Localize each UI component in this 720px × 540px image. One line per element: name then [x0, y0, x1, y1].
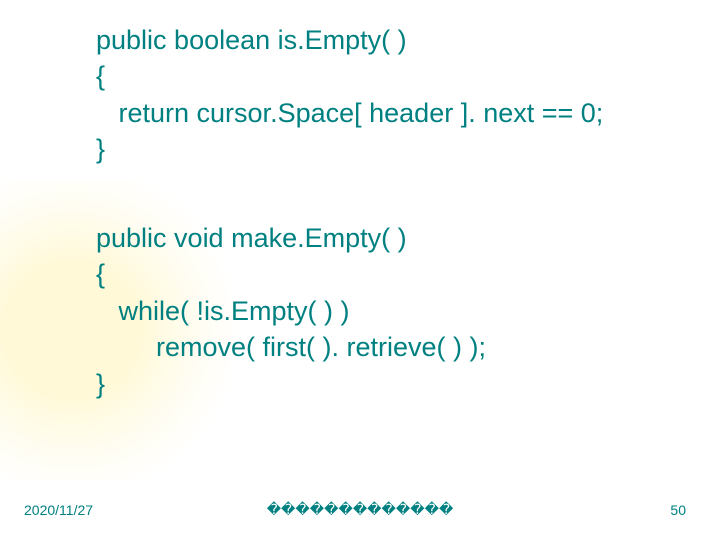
- code-line: public void make.Empty( ): [96, 223, 407, 253]
- code-block-makeempty: public void make.Empty( ) { while( !is.E…: [96, 220, 486, 402]
- code-line: }: [96, 369, 105, 399]
- code-block-isempty: public boolean is.Empty( ) { return curs…: [96, 22, 603, 168]
- code-line: {: [96, 61, 105, 91]
- code-line: while( !is.Empty( ) ): [96, 296, 350, 326]
- footer-page-number: 50: [670, 502, 686, 518]
- footer-date: 2020/11/27: [24, 502, 93, 518]
- footer-center-text: �������������: [267, 501, 454, 518]
- code-line: return cursor.Space[ header ]. next == 0…: [96, 98, 603, 128]
- code-line: remove( first( ). retrieve( ) );: [96, 332, 486, 362]
- code-line: public boolean is.Empty( ): [96, 25, 407, 55]
- code-line: {: [96, 259, 105, 289]
- code-line: }: [96, 134, 105, 164]
